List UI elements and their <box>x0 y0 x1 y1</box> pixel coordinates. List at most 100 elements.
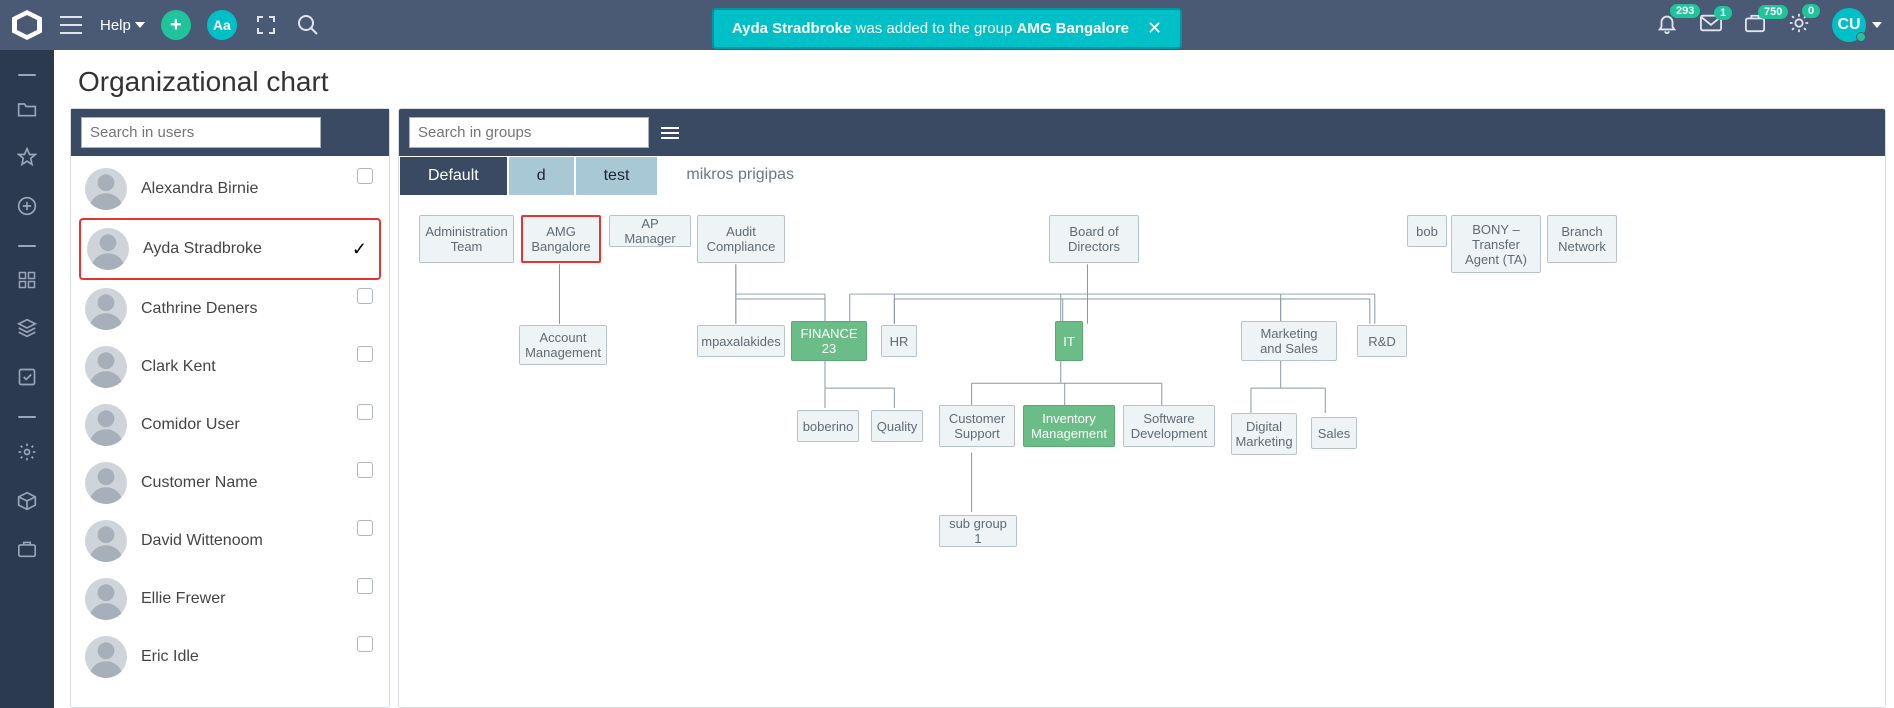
folder-icon[interactable] <box>17 100 37 123</box>
tab[interactable]: Default <box>399 156 508 195</box>
user-checkbox[interactable] <box>357 404 373 420</box>
avatar-icon <box>85 288 127 330</box>
user-name: Alexandra Birnie <box>141 180 375 198</box>
node-digital-marketing[interactable]: Digital Marketing <box>1231 413 1297 455</box>
user-menu[interactable]: CU <box>1832 8 1882 42</box>
avatar-icon <box>85 346 127 388</box>
fullscreen-icon[interactable] <box>253 12 279 38</box>
side-nav <box>0 50 54 708</box>
mail-badge: 1 <box>1714 6 1732 20</box>
user-checkbox[interactable] <box>357 462 373 478</box>
user-row[interactable]: Eric Idle <box>79 628 381 686</box>
node-account-management[interactable]: Account Management <box>519 325 607 365</box>
star-icon[interactable] <box>17 147 37 172</box>
tab[interactable]: test <box>575 156 659 195</box>
node-hr[interactable]: HR <box>881 325 917 357</box>
node-marketing-sales[interactable]: Marketing and Sales <box>1241 321 1337 361</box>
page-title: Organizational chart <box>54 50 1894 108</box>
user-avatar-text: CU <box>1837 16 1860 34</box>
tab[interactable]: d <box>508 156 575 195</box>
node-board-directors[interactable]: Board of Directors <box>1049 215 1139 263</box>
briefcase-icon[interactable] <box>17 540 37 563</box>
user-checkbox[interactable] <box>357 520 373 536</box>
user-checkbox[interactable] <box>357 578 373 594</box>
user-name: Clark Kent <box>141 358 375 376</box>
node-bony[interactable]: BONY – Transfer Agent (TA) <box>1451 215 1541 273</box>
checkbox-icon[interactable] <box>17 367 37 392</box>
user-checkbox[interactable] <box>357 346 373 362</box>
search-icon[interactable] <box>295 12 321 38</box>
avatar-icon <box>85 404 127 446</box>
node-audit-compliance[interactable]: Audit Compliance <box>697 215 785 263</box>
plus-circle-icon[interactable] <box>17 196 37 221</box>
chart-area[interactable]: Administration Team AMG Bangalore AP Man… <box>399 195 1885 707</box>
hamburger-icon[interactable] <box>58 12 84 38</box>
mail-button[interactable]: 1 <box>1700 14 1722 37</box>
user-avatar: CU <box>1832 8 1866 42</box>
user-row[interactable]: Clark Kent <box>79 338 381 396</box>
node-amg-bangalore[interactable]: AMG Bangalore <box>521 215 601 263</box>
toast-group: AMG Bangalore <box>1017 20 1130 37</box>
briefcase-badge: 750 <box>1758 5 1788 19</box>
node-customer-support[interactable]: Customer Support <box>939 405 1015 447</box>
help-label: Help <box>100 17 131 34</box>
user-row[interactable]: Comidor User <box>79 396 381 454</box>
user-name: Eric Idle <box>141 648 375 666</box>
node-branch-network[interactable]: Branch Network <box>1547 215 1617 263</box>
user-checkbox[interactable] <box>357 636 373 652</box>
node-mpaxalakides[interactable]: mpaxalakides <box>697 325 785 357</box>
user-checkbox[interactable] <box>357 288 373 304</box>
check-icon: ✓ <box>352 239 367 260</box>
node-inventory-mgmt[interactable]: Inventory Management <box>1023 405 1115 447</box>
toast-text: Ayda Stradbroke was added to the group A… <box>732 20 1129 37</box>
chart-connectors <box>399 195 1885 700</box>
user-row[interactable]: Ayda Stradbroke ✓ <box>79 218 381 280</box>
avatar-icon <box>85 636 127 678</box>
menu-icon[interactable] <box>661 127 679 139</box>
node-ap-manager[interactable]: AP Manager <box>609 215 691 247</box>
user-row[interactable]: Customer Name <box>79 454 381 512</box>
node-boberino[interactable]: boberino <box>797 410 859 442</box>
user-row[interactable]: David Wittenoom <box>79 512 381 570</box>
node-finance[interactable]: FINANCE 23 <box>791 321 867 361</box>
node-quality[interactable]: Quality <box>871 410 923 442</box>
avatar-icon <box>85 462 127 504</box>
node-sales[interactable]: Sales <box>1311 417 1357 449</box>
chevron-down-icon <box>135 22 145 28</box>
help-menu[interactable]: Help <box>100 17 145 34</box>
node-sub-group[interactable]: sub group 1 <box>939 515 1017 547</box>
nav-separator <box>18 416 36 418</box>
tab[interactable]: mikros prigipas <box>658 156 822 195</box>
user-row[interactable]: Ellie Frewer <box>79 570 381 628</box>
bell-badge: 293 <box>1670 4 1700 18</box>
user-checkbox[interactable] <box>357 168 373 184</box>
avatar-icon <box>85 520 127 562</box>
node-it[interactable]: IT <box>1055 321 1083 361</box>
brightness-button[interactable]: 0 <box>1788 12 1810 39</box>
tabs: Defaultdtestmikros prigipas <box>399 156 1885 195</box>
toast-mid: was added to the group <box>851 20 1016 37</box>
add-button[interactable]: + <box>161 10 191 40</box>
close-icon[interactable]: ✕ <box>1147 18 1162 39</box>
user-row[interactable]: Alexandra Birnie <box>79 160 381 218</box>
user-name: Customer Name <box>141 474 375 492</box>
node-rd[interactable]: R&D <box>1357 325 1407 357</box>
search-users-input[interactable] <box>81 117 321 148</box>
node-bob[interactable]: bob <box>1407 215 1447 247</box>
grid-icon[interactable] <box>18 271 36 294</box>
chevron-down-icon <box>1872 22 1882 28</box>
gear-icon[interactable] <box>17 442 37 467</box>
node-admin-team[interactable]: Administration Team <box>419 215 514 263</box>
user-name: Ayda Stradbroke <box>143 240 338 258</box>
aa-button[interactable]: Aa <box>207 10 237 40</box>
user-name: David Wittenoom <box>141 532 375 550</box>
node-software-dev[interactable]: Software Development <box>1123 405 1215 447</box>
nav-separator <box>18 245 36 247</box>
box-icon[interactable] <box>17 491 37 516</box>
user-row[interactable]: Cathrine Deners <box>79 280 381 338</box>
layers-icon[interactable] <box>17 318 37 343</box>
avatar-icon <box>85 578 127 620</box>
notifications-button[interactable]: 293 <box>1656 12 1678 39</box>
search-groups-input[interactable] <box>409 117 649 148</box>
briefcase-button[interactable]: 750 <box>1744 13 1766 38</box>
